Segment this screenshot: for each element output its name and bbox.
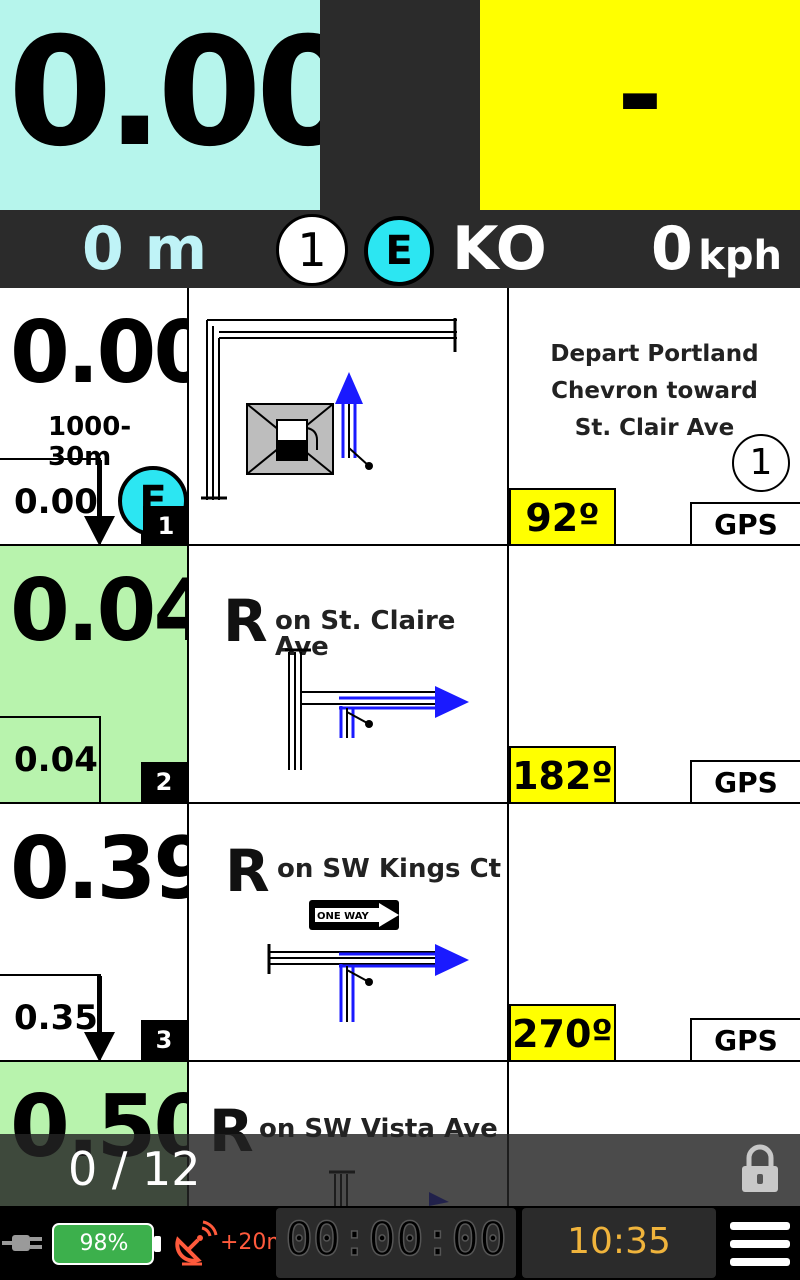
lock-icon[interactable]	[738, 1144, 782, 1194]
top-spacer	[320, 0, 480, 210]
speed-readout: 0 kph	[651, 216, 782, 297]
roadbook-row-3[interactable]: 0.39 0.35 3 R on SW Kings Ct ONE WAY	[0, 804, 800, 1062]
row-distance-cell: 0.04 0.04 2	[0, 546, 189, 802]
partial-distance: 0 m	[82, 214, 208, 284]
e-badge-icon: E	[364, 216, 434, 286]
row-number: 3	[141, 1020, 187, 1060]
clock-time: 10:35	[567, 1221, 671, 1262]
row-heading: 270º	[509, 1004, 616, 1060]
note-line: Depart Portland	[550, 341, 759, 367]
battery-level: 98%	[79, 1231, 129, 1256]
menu-icon[interactable]	[730, 1220, 790, 1268]
gps-label: GPS	[690, 1018, 800, 1060]
bottom-bar: 98% +20m 00:00:00 10:35	[0, 1206, 800, 1280]
speed-value: 0	[650, 214, 693, 284]
row-heading: 182º	[509, 746, 616, 802]
ko-label: KO	[452, 214, 547, 284]
row-distance: 0.39	[10, 819, 187, 919]
speed-unit: kph	[698, 233, 782, 279]
cap-heading-value: -	[617, 31, 663, 159]
satellite-icon	[175, 1220, 218, 1266]
gps-label: GPS	[690, 760, 800, 802]
gps-label: GPS	[690, 502, 800, 544]
clock: 10:35	[522, 1208, 716, 1278]
row-notes-cell: 270º GPS	[509, 804, 800, 1060]
one-way-sign-text: ONE WAY	[317, 911, 370, 922]
tulip-depart-icon	[201, 318, 457, 500]
tulip-diagram: R on St. Claire Ave	[189, 546, 509, 802]
row-heading: 92º	[509, 488, 616, 544]
row-notes-cell: 182º GPS	[509, 546, 800, 802]
tulip-right-turn-icon: ONE WAY	[267, 900, 469, 1022]
down-arrow-icon	[84, 460, 115, 544]
roadbook-overlay: 0 / 12	[0, 1134, 800, 1206]
tulip-diagram: R on SW Kings Ct ONE WAY	[189, 804, 509, 1060]
row-notes-cell: Depart Portland Chevron toward St. Clair…	[509, 288, 800, 544]
tulip-diagram	[189, 288, 509, 544]
row-number: 2	[141, 762, 187, 802]
row-distance-cell: 0.39 0.35 3	[0, 804, 189, 1060]
tulip-right-turn-icon	[285, 648, 469, 770]
waypoint-circle: 1	[276, 214, 348, 286]
total-odometer[interactable]: 0.00	[0, 0, 360, 210]
stage-timer-value: 00:00:00	[284, 1212, 507, 1266]
total-odometer-value: 0.00	[8, 6, 360, 180]
row-counter: 0 / 12	[68, 1142, 201, 1196]
note-line: Chevron toward	[551, 378, 758, 404]
status-strip: 0 m 1 E KO 0 kph	[0, 210, 800, 288]
cap-heading[interactable]: -	[480, 0, 800, 210]
down-arrow-icon	[84, 976, 115, 1060]
row-number: 1	[143, 506, 189, 546]
roadbook-row-2[interactable]: 0.04 0.04 2 R on St. Claire Ave 182º GPS	[0, 546, 800, 804]
row-distance: 0.00	[10, 303, 187, 403]
plug-icon	[2, 1235, 42, 1251]
note-circle: 1	[732, 434, 790, 492]
row-partial: 0.04	[14, 740, 98, 780]
stage-timer[interactable]: 00:00:00	[276, 1208, 516, 1278]
note-text: Depart Portland Chevron toward St. Clair…	[509, 336, 800, 447]
row-distance: 0.04	[10, 561, 187, 661]
